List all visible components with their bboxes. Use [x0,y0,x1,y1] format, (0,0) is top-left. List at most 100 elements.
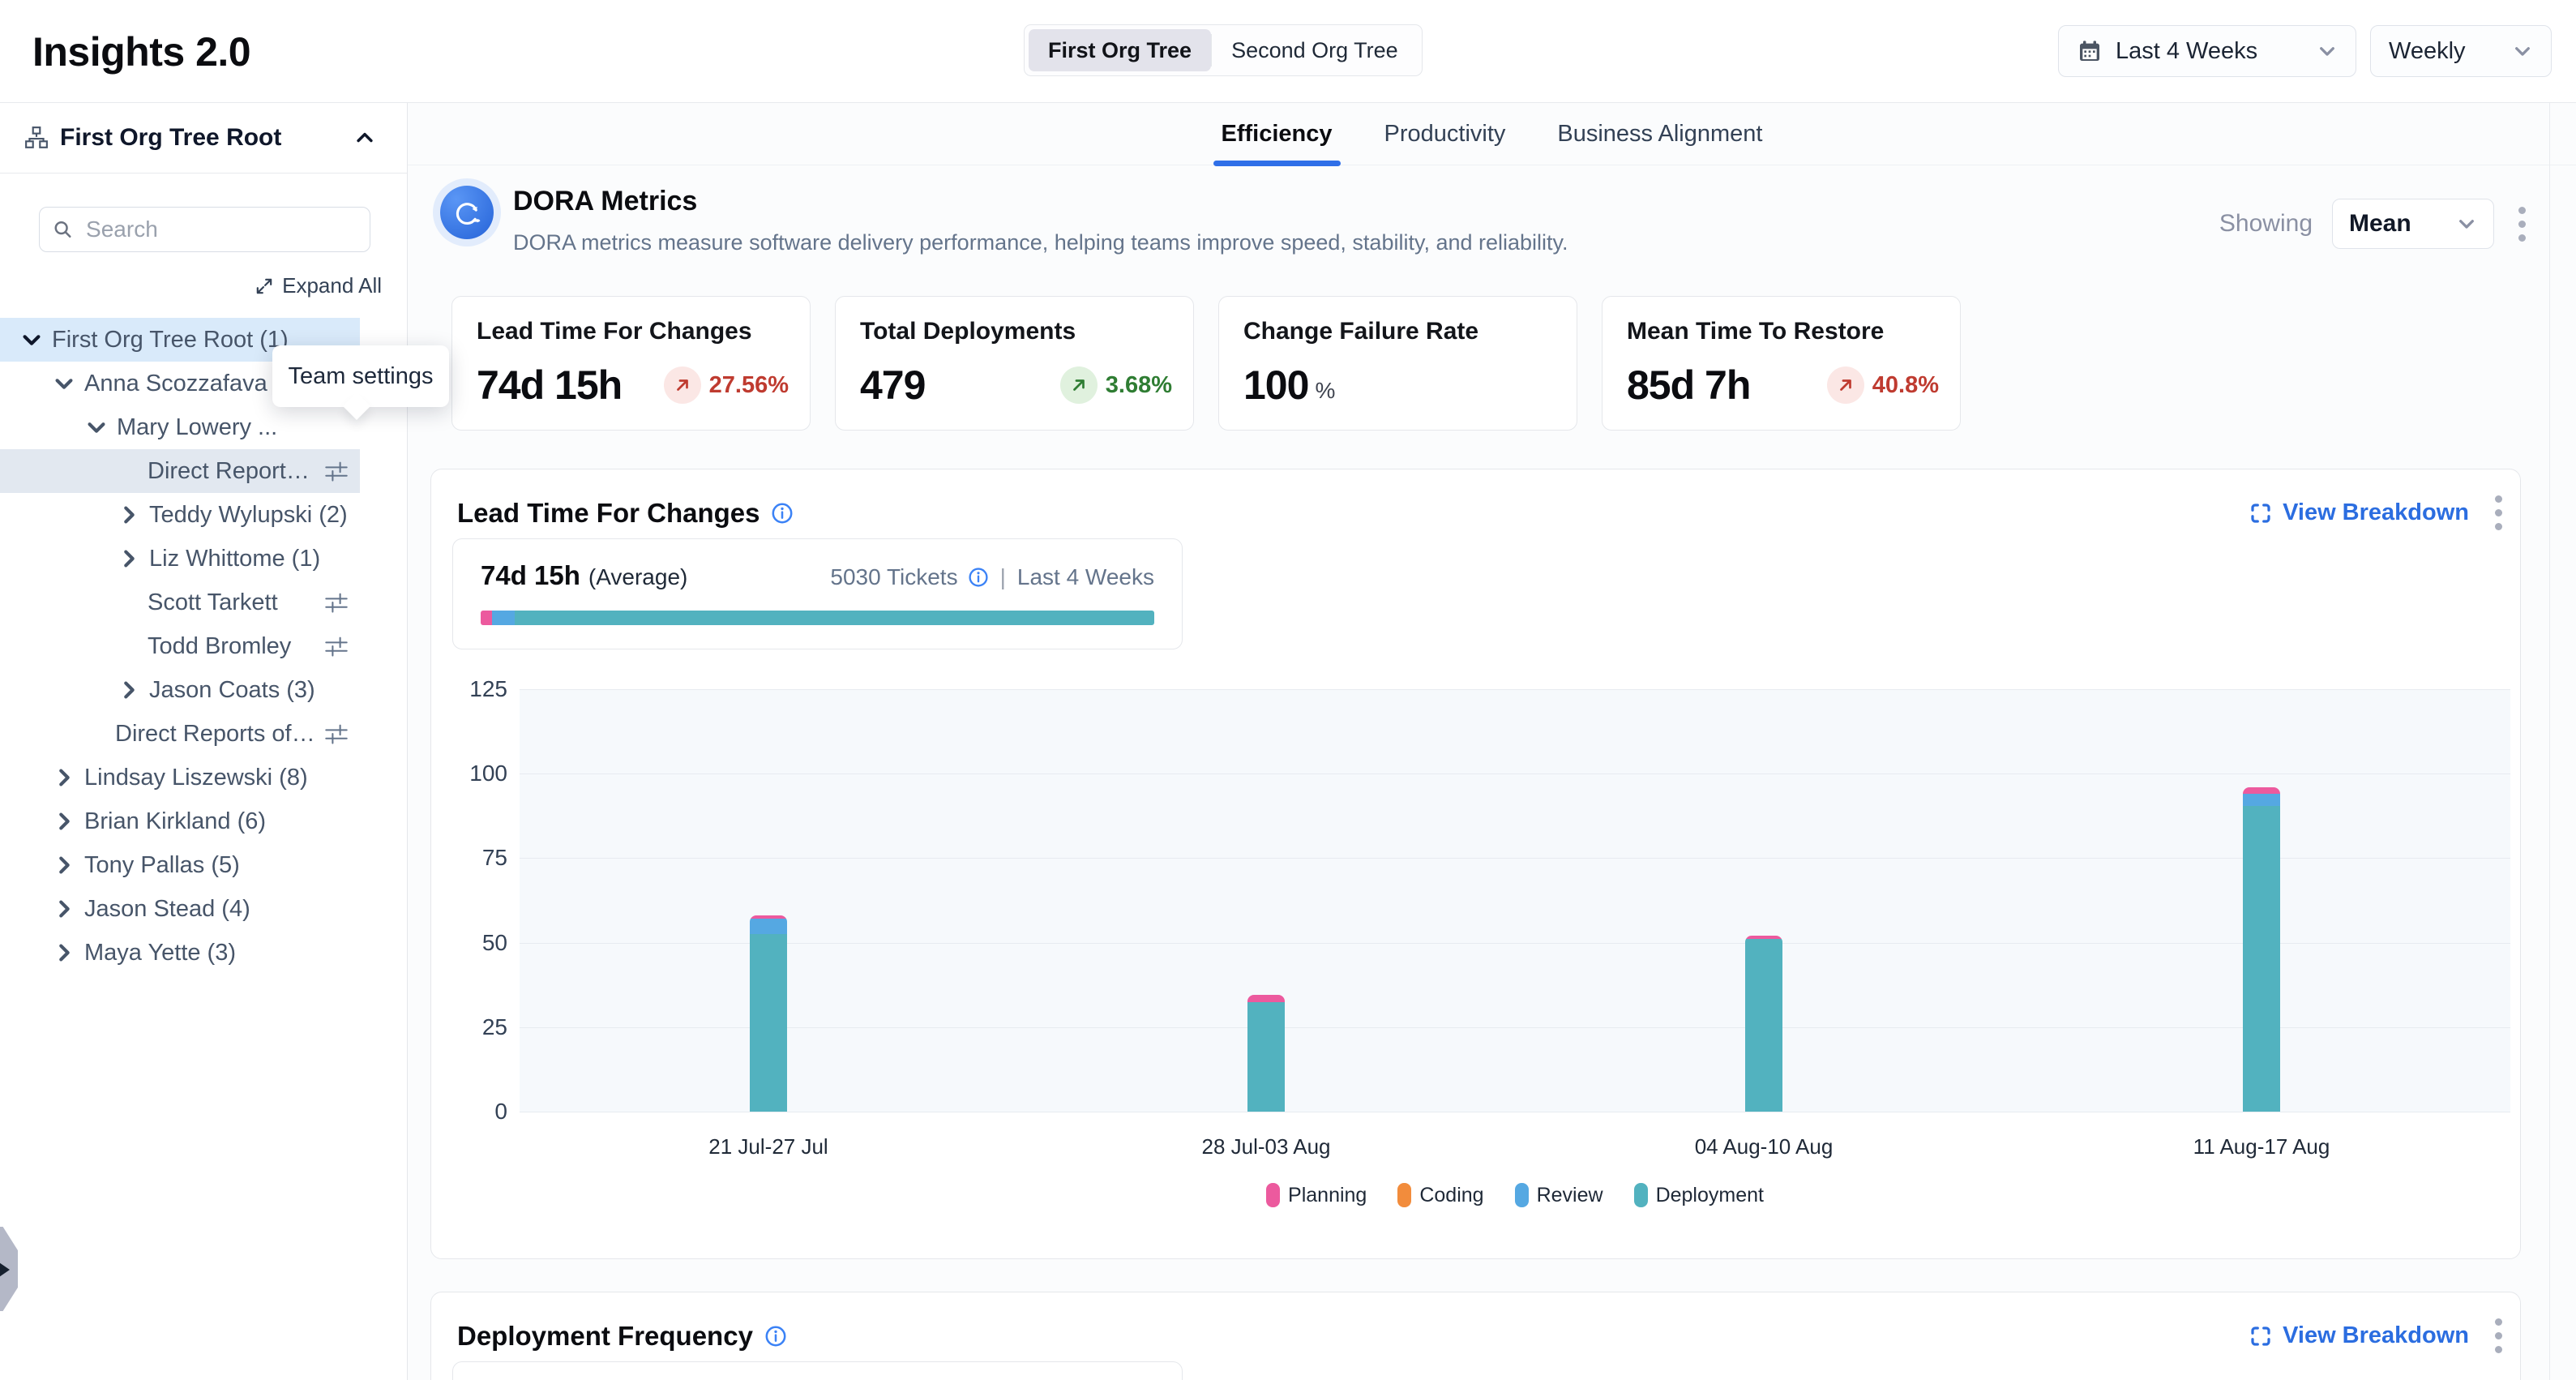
page-title: Insights 2.0 [32,0,250,103]
tree-item-label: Todd Bromley [148,633,316,660]
chart-bar-11-aug-17-aug[interactable] [2243,787,2280,1112]
org-chart-icon [24,126,49,150]
bar-segment-planning [1247,995,1285,1001]
main-content: Efficiency Productivity Business Alignment… [408,103,2576,1380]
caret-right-icon [0,1261,10,1279]
expand-all-button[interactable]: Expand All [0,273,382,298]
metric-card-mean-time-to-restore: Mean Time To Restore85d 7h40.8% [1602,296,1961,431]
team-settings-icon[interactable] [324,634,349,658]
showing-label: Showing [2219,210,2313,238]
legend-item-review: Review [1515,1183,1603,1207]
info-icon[interactable] [764,1325,787,1348]
search-input[interactable] [84,216,357,243]
metric-card-title: Total Deployments [860,318,1169,345]
tree-item-label: Lindsay Liszewski (8) [84,765,360,791]
chevron-right-icon[interactable] [52,941,76,965]
tree-item-label: Liz Whittome (1) [149,546,360,572]
metric-value-row: 100% [1243,362,1555,409]
tree-item-liz-whittome-1[interactable]: Liz Whittome (1) [0,537,360,581]
chart-bar-04-aug-10-aug[interactable] [1745,936,1782,1112]
lead-time-section: Lead Time For Changes Vie [430,469,2521,1259]
bar-segment-deployment [750,934,787,1112]
tree-item-mary-lowery[interactable]: Mary Lowery ... [0,405,360,449]
dora-metrics-icon [440,186,494,239]
tree-item-direct-reports-of-a[interactable]: Direct Reports of A... [0,712,360,756]
tree-item-tony-pallas-5[interactable]: Tony Pallas (5) [0,843,360,887]
chevron-down-icon[interactable] [84,415,109,439]
chart-bar-28-jul-03-aug[interactable] [1247,995,1285,1112]
chevron-right-icon[interactable] [52,765,76,790]
bar-segment-review [2243,794,2280,806]
metric-card-value: 100 [1243,362,1308,409]
tab-bar: Efficiency Productivity Business Alignment [408,103,2576,165]
chevron-right-icon[interactable] [52,809,76,834]
deployment-frequency-view-breakdown-link[interactable]: View Breakdown [2249,1322,2469,1349]
tree-item-todd-bromley[interactable]: Todd Bromley [0,624,360,668]
x-axis-label: 28 Jul-03 Aug [1201,1134,1330,1159]
deployment-frequency-kebab-menu[interactable] [2490,1314,2507,1358]
tooltip-text: Team settings [289,363,434,390]
tab-business-alignment[interactable]: Business Alignment [1557,103,1762,165]
showing-dropdown[interactable]: Mean [2332,199,2494,249]
chevron-right-icon[interactable] [117,503,141,527]
info-icon[interactable] [771,502,794,525]
org-tree-toggle: First Org Tree Second Org Tree [1024,24,1423,76]
chevron-right-icon[interactable] [52,853,76,877]
chevron-up-icon[interactable] [353,126,376,149]
bar-segment-deployment [1247,1002,1285,1112]
granularity-dropdown[interactable]: Weekly [2370,25,2552,77]
summary-bar-segment-planning [481,611,492,625]
tree-item-jason-stead-4[interactable]: Jason Stead (4) [0,887,360,931]
chevron-right-icon[interactable] [117,546,141,571]
metric-change-badge: 40.8% [1827,366,1939,404]
lead-time-view-breakdown-link[interactable]: View Breakdown [2249,499,2469,526]
org-tree: First Org Tree Root (1)Anna Scozzafava .… [0,318,407,975]
chart-bar-21-jul-27-jul[interactable] [750,915,787,1112]
metric-card-title: Lead Time For Changes [477,318,785,345]
tree-item-label: Direct Reports of A... [115,721,316,748]
legend-swatch-coding [1397,1183,1411,1207]
info-icon[interactable] [968,567,989,588]
tree-item-jason-coats-3[interactable]: Jason Coats (3) [0,668,360,712]
dora-kebab-menu[interactable] [2514,202,2531,246]
tree-item-direct-reports[interactable]: Direct Reports ... [0,449,360,493]
tree-item-brian-kirkland-6[interactable]: Brian Kirkland (6) [0,799,360,843]
tab-efficiency[interactable]: Efficiency [1222,103,1333,165]
chevron-down-icon[interactable] [52,371,76,396]
chevron-right-icon[interactable] [117,678,141,702]
chevron-down-icon [2456,213,2477,234]
tab-productivity[interactable]: Productivity [1384,103,1506,165]
lead-time-summary-card: 74d 15h (Average) 5030 Tickets | Last 4 … [452,538,1183,649]
toggle-second-org-tree[interactable]: Second Org Tree [1212,29,1418,71]
lead-time-section-title: Lead Time For Changes [457,498,794,529]
tree-item-teddy-wylupski-2[interactable]: Teddy Wylupski (2) [0,493,360,537]
chevron-down-icon[interactable] [19,328,44,352]
tree-item-maya-yette-3[interactable]: Maya Yette (3) [0,931,360,975]
tree-item-label: Brian Kirkland (6) [84,808,360,835]
bar-segment-planning [2243,787,2280,794]
team-settings-icon[interactable] [324,722,349,746]
metric-change-value: 40.8% [1872,372,1939,399]
tree-item-label: Teddy Wylupski (2) [149,502,360,529]
dora-subtitle: DORA metrics measure software delivery p… [513,230,1568,255]
metric-card-unit: % [1315,378,1335,404]
team-settings-icon[interactable] [324,590,349,615]
chart-gridline [520,1027,2510,1028]
tree-item-scott-tarkett[interactable]: Scott Tarkett [0,581,360,624]
showing-value: Mean [2349,210,2411,238]
metric-card-title: Mean Time To Restore [1627,318,1936,345]
lead-time-kebab-menu[interactable] [2490,491,2507,535]
toggle-first-org-tree[interactable]: First Org Tree [1029,29,1211,71]
tree-item-label: Jason Coats (3) [149,677,360,704]
chevron-down-icon [2317,41,2338,62]
scrollbar-track[interactable] [2549,103,2550,1380]
tree-item-label: Jason Stead (4) [84,896,360,923]
sidebar-header[interactable]: First Org Tree Root [0,103,407,174]
x-axis-label: 04 Aug-10 Aug [1695,1134,1834,1159]
chevron-right-icon[interactable] [52,897,76,921]
tree-item-lindsay-liszewski-8[interactable]: Lindsay Liszewski (8) [0,756,360,799]
team-settings-icon[interactable] [324,459,349,483]
metric-card-lead-time-for-changes: Lead Time For Changes74d 15h27.56% [451,296,811,431]
x-axis-label: 11 Aug-17 Aug [2193,1134,2330,1159]
date-range-dropdown[interactable]: Last 4 Weeks [2058,25,2356,77]
